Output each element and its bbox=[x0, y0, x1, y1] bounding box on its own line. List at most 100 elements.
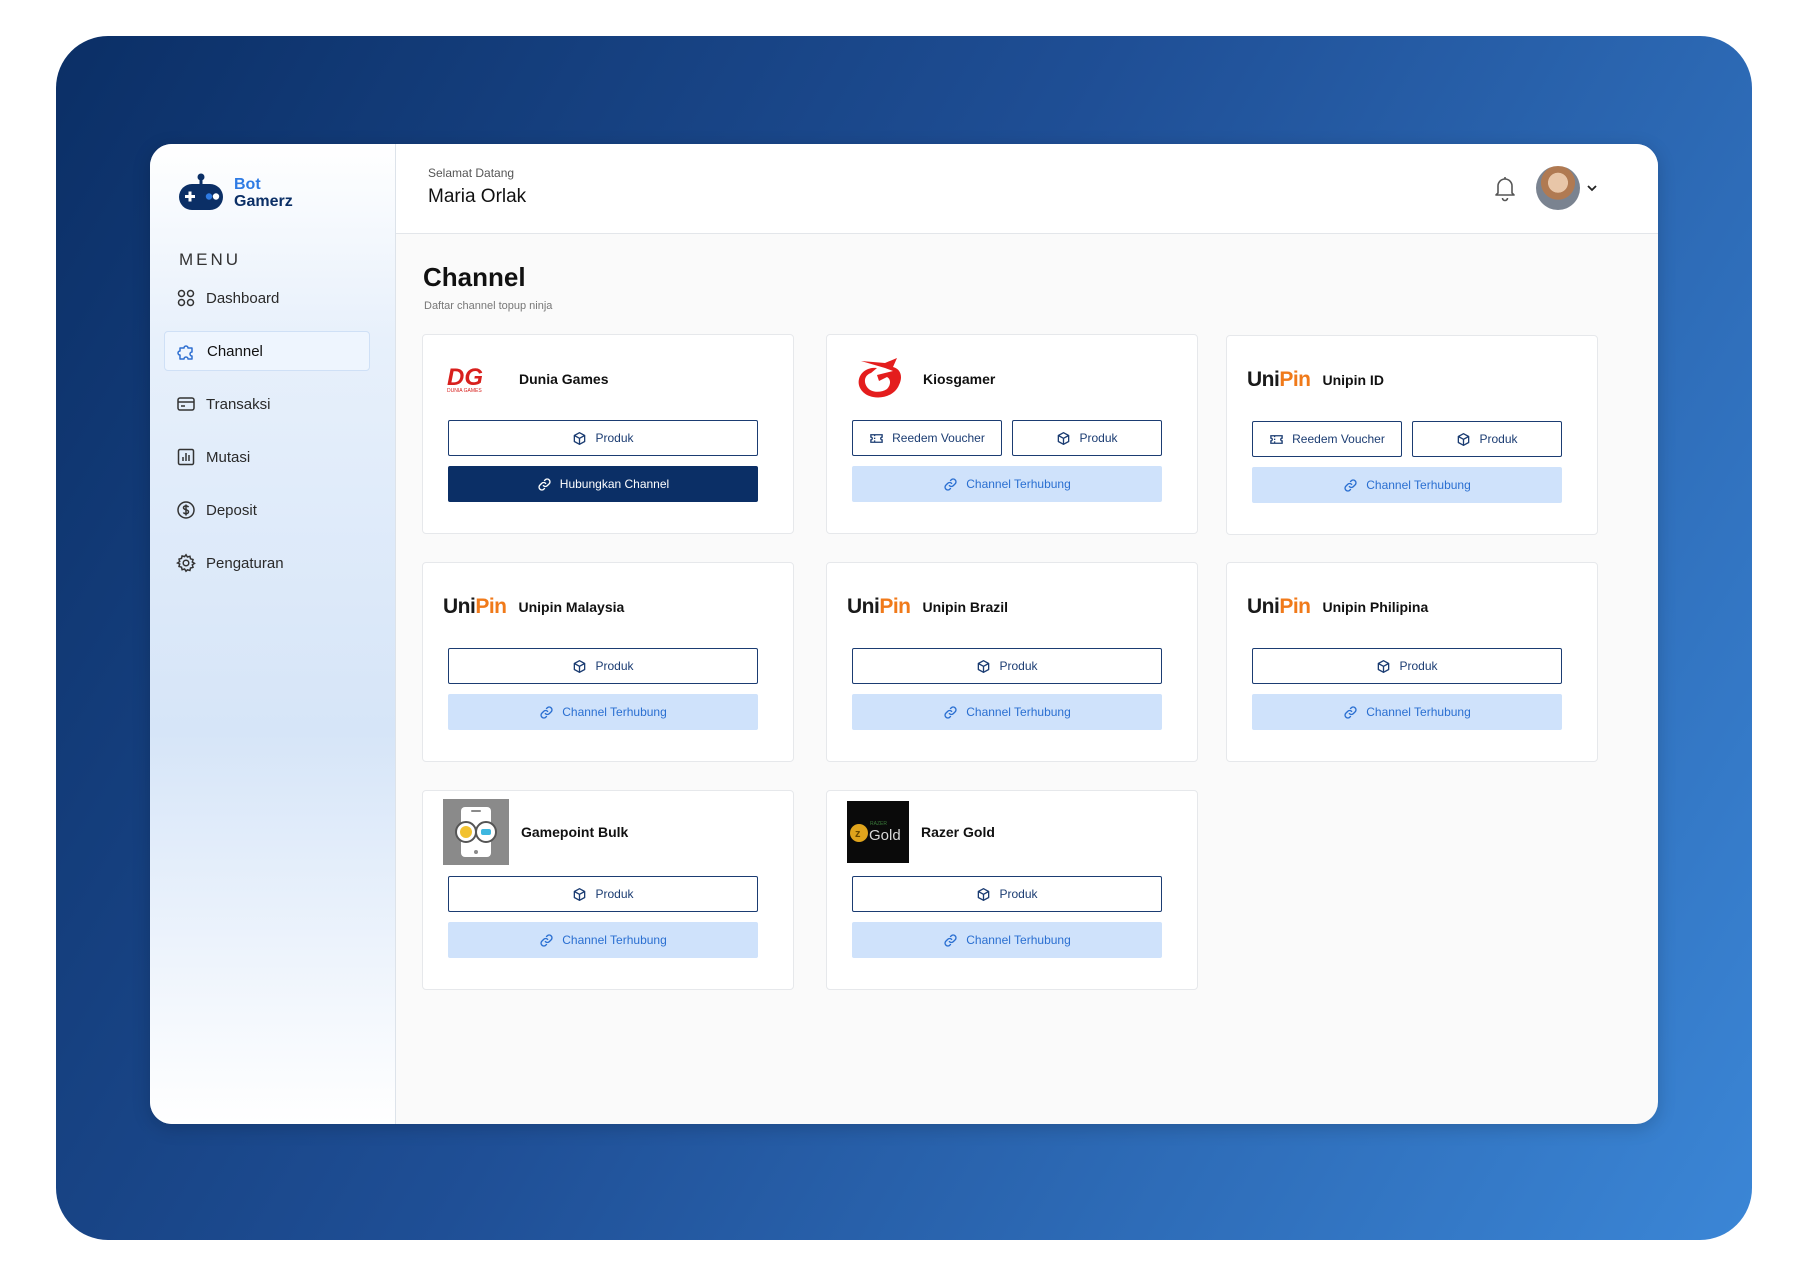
terhubung-label: Channel Terhubung bbox=[562, 705, 667, 719]
channel-card-unipin-malaysia: UniPin Unipin Malaysia Produk Channel Te… bbox=[422, 562, 794, 762]
channel-name: Dunia Games bbox=[519, 371, 609, 387]
channel-name: Unipin Brazil bbox=[922, 599, 1009, 615]
box-icon bbox=[574, 659, 586, 673]
voucher-label: Reedem Voucher bbox=[892, 431, 985, 445]
user-avatar[interactable] bbox=[1536, 166, 1580, 210]
channel-card-dunia-games: DG DUNIA GAMES Dunia Games Produk Hubung… bbox=[422, 334, 794, 534]
greeting-text: Selamat Datang bbox=[428, 166, 515, 180]
reedem-voucher-button[interactable]: Reedem Voucher bbox=[1252, 421, 1402, 457]
menu-heading: MENU bbox=[179, 250, 242, 269]
sidebar-item-mutasi[interactable]: Mutasi bbox=[164, 437, 370, 477]
sidebar-item-label: Mutasi bbox=[206, 448, 251, 466]
unipin-logo: UniPin bbox=[443, 595, 507, 618]
channel-name: Unipin Philipina bbox=[1322, 599, 1429, 615]
page-subtitle: Daftar channel topup ninja bbox=[424, 300, 553, 312]
notification-bell-icon[interactable] bbox=[1492, 174, 1518, 202]
svg-text:DUNIA GAMES: DUNIA GAMES bbox=[447, 388, 482, 394]
sidebar-item-pengaturan[interactable]: Pengaturan bbox=[164, 543, 370, 583]
app-window: Bot Gamerz MENU Dashboard Channel Transa… bbox=[150, 144, 1658, 1124]
sidebar-item-transaksi[interactable]: Transaksi bbox=[164, 384, 370, 424]
channel-terhubung-button[interactable]: Channel Terhubung bbox=[852, 466, 1162, 502]
sidebar-item-channel[interactable]: Channel bbox=[164, 331, 370, 371]
channel-card-kiosgamer: Kiosgamer Reedem Voucher Produk Channel … bbox=[826, 334, 1198, 534]
channel-terhubung-button[interactable]: Channel Terhubung bbox=[852, 922, 1162, 958]
channel-name: Gamepoint Bulk bbox=[521, 824, 629, 840]
channel-card-unipin-philipina: UniPin Unipin Philipina Produk Channel T… bbox=[1226, 562, 1598, 762]
brand-line-2: Gamerz bbox=[234, 193, 293, 210]
produk-label: Produk bbox=[1479, 432, 1518, 446]
grid-icon bbox=[177, 289, 195, 307]
channel-terhubung-button[interactable]: Channel Terhubung bbox=[448, 694, 758, 730]
puzzle-icon bbox=[177, 345, 193, 360]
unipin-logo: UniPin bbox=[1247, 368, 1311, 391]
box-icon bbox=[1378, 659, 1390, 673]
link-icon bbox=[944, 933, 957, 947]
channel-card-razer-gold: z RAZER Gold Razer Gold Produk Channel T… bbox=[826, 790, 1198, 990]
sidebar-item-label: Deposit bbox=[206, 501, 257, 519]
produk-button[interactable]: Produk bbox=[448, 420, 758, 456]
produk-button[interactable]: Produk bbox=[852, 648, 1162, 684]
box-icon bbox=[574, 431, 586, 445]
box-icon bbox=[978, 887, 990, 901]
terhubung-label: Channel Terhubung bbox=[966, 933, 1071, 947]
produk-label: Produk bbox=[1399, 659, 1438, 673]
produk-label: Produk bbox=[1079, 431, 1118, 445]
link-icon bbox=[538, 477, 551, 491]
box-icon bbox=[574, 887, 586, 901]
sidebar-item-label: Channel bbox=[207, 342, 263, 360]
svg-text:DG: DG bbox=[447, 364, 483, 391]
sidebar: Bot Gamerz MENU Dashboard Channel Transa… bbox=[150, 144, 396, 1124]
channel-card-unipin-brazil: UniPin Unipin Brazil Produk Channel Terh… bbox=[826, 562, 1198, 762]
chevron-down-icon[interactable] bbox=[1586, 182, 1598, 194]
produk-label: Produk bbox=[999, 887, 1038, 901]
sidebar-item-label: Transaksi bbox=[206, 395, 271, 413]
svg-text:Gold: Gold bbox=[869, 827, 901, 844]
hubungkan-label: Hubungkan Channel bbox=[559, 477, 670, 491]
channel-terhubung-button[interactable]: Channel Terhubung bbox=[1252, 467, 1562, 503]
gamepoint-logo bbox=[443, 799, 509, 865]
sidebar-item-deposit[interactable]: Deposit bbox=[164, 490, 370, 530]
produk-button[interactable]: Produk bbox=[448, 648, 758, 684]
sidebar-item-label: Pengaturan bbox=[206, 554, 284, 572]
channel-name: Unipin ID bbox=[1322, 372, 1384, 388]
link-icon bbox=[540, 933, 553, 947]
produk-button[interactable]: Produk bbox=[852, 876, 1162, 912]
link-icon bbox=[540, 705, 553, 719]
produk-button[interactable]: Produk bbox=[448, 876, 758, 912]
brand-line-1: Bot bbox=[234, 176, 261, 193]
unipin-logo: UniPin bbox=[1247, 595, 1311, 618]
produk-button[interactable]: Produk bbox=[1412, 421, 1562, 457]
terhubung-label: Channel Terhubung bbox=[1366, 705, 1471, 719]
channel-name: Kiosgamer bbox=[923, 371, 996, 387]
sidebar-item-label: Dashboard bbox=[206, 289, 280, 307]
ticket-icon bbox=[870, 433, 883, 443]
unipin-logo: UniPin bbox=[847, 595, 911, 618]
brand-logo[interactable]: Bot Gamerz bbox=[176, 172, 293, 214]
channel-terhubung-button[interactable]: Channel Terhubung bbox=[852, 694, 1162, 730]
channel-card-gamepoint-bulk: Gamepoint Bulk Produk Channel Terhubung bbox=[422, 790, 794, 990]
link-icon bbox=[1344, 705, 1357, 719]
voucher-label: Reedem Voucher bbox=[1292, 432, 1385, 446]
sidebar-item-dashboard[interactable]: Dashboard bbox=[164, 278, 370, 318]
terhubung-label: Channel Terhubung bbox=[1366, 478, 1471, 492]
produk-button[interactable]: Produk bbox=[1012, 420, 1162, 456]
hubungkan-channel-button[interactable]: Hubungkan Channel bbox=[448, 466, 758, 502]
user-name: Maria Orlak bbox=[428, 186, 527, 207]
produk-button[interactable]: Produk bbox=[1252, 648, 1562, 684]
sidebar-nav: Dashboard Channel Transaksi Mutasi Depos… bbox=[164, 278, 370, 596]
terhubung-label: Channel Terhubung bbox=[562, 933, 667, 947]
main-content: Channel Daftar channel topup ninja DG DU… bbox=[396, 234, 1658, 1124]
produk-label: Produk bbox=[595, 431, 634, 445]
page-title: Channel bbox=[423, 262, 526, 292]
chart-icon bbox=[177, 448, 195, 466]
channel-name: Razer Gold bbox=[921, 824, 995, 840]
card-icon bbox=[177, 397, 195, 411]
channel-terhubung-button[interactable]: Channel Terhubung bbox=[1252, 694, 1562, 730]
top-bar: Selamat Datang Maria Orlak bbox=[396, 144, 1658, 234]
channel-name: Unipin Malaysia bbox=[518, 599, 625, 615]
dollar-icon bbox=[177, 501, 195, 519]
reedem-voucher-button[interactable]: Reedem Voucher bbox=[852, 420, 1002, 456]
garena-logo bbox=[847, 355, 911, 403]
dg-logo: DG DUNIA GAMES bbox=[443, 355, 507, 403]
channel-terhubung-button[interactable]: Channel Terhubung bbox=[448, 922, 758, 958]
